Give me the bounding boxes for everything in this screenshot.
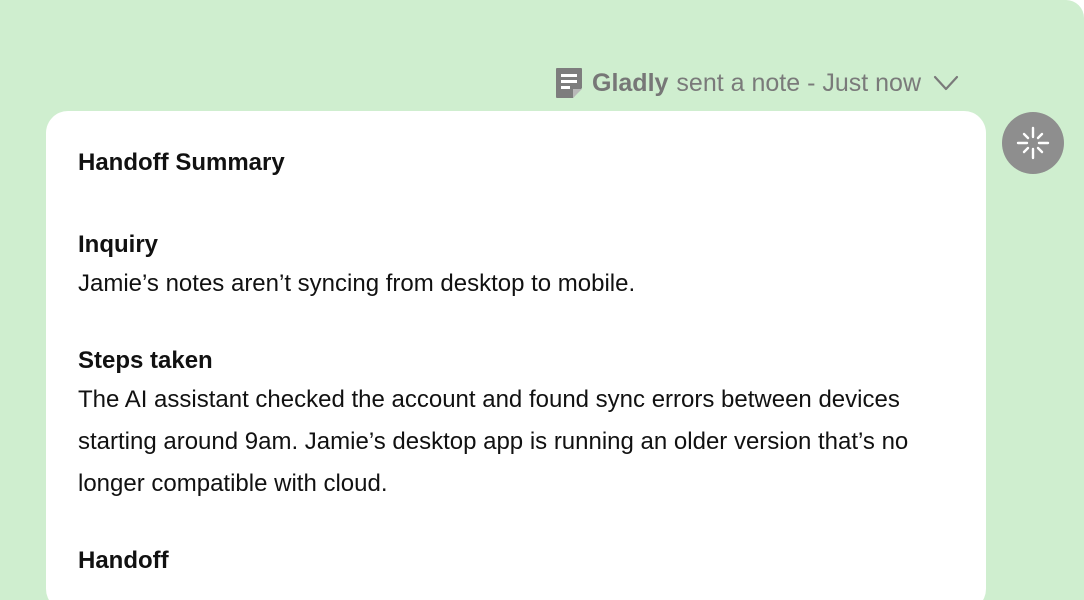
section-heading-inquiry: Inquiry	[78, 231, 159, 258]
sparkle-icon	[1016, 126, 1050, 160]
note-action-text: sent a note - Just now	[676, 68, 922, 97]
summary-content: Handoff Summary Inquiry Jamie’s notes ar…	[78, 145, 938, 579]
note-meta: Gladly sent a note - Just now	[555, 67, 959, 99]
conversation-panel: Gladly sent a note - Just now Handoff Su…	[0, 0, 1084, 600]
note-sender: Gladly	[592, 68, 669, 97]
handoff-summary-card: Handoff Summary Inquiry Jamie’s notes ar…	[46, 111, 986, 600]
chevron-down-icon[interactable]	[933, 74, 959, 92]
section-heading-steps-taken: Steps taken	[78, 347, 213, 374]
avatar	[1002, 112, 1064, 174]
summary-title: Handoff Summary	[78, 149, 285, 176]
note-icon	[556, 68, 582, 98]
section-body-inquiry: Jamie’s notes aren’t syncing from deskto…	[78, 270, 636, 297]
section-heading-handoff: Handoff	[78, 547, 169, 574]
section-body-steps-taken: The AI assistant checked the account and…	[78, 386, 909, 497]
